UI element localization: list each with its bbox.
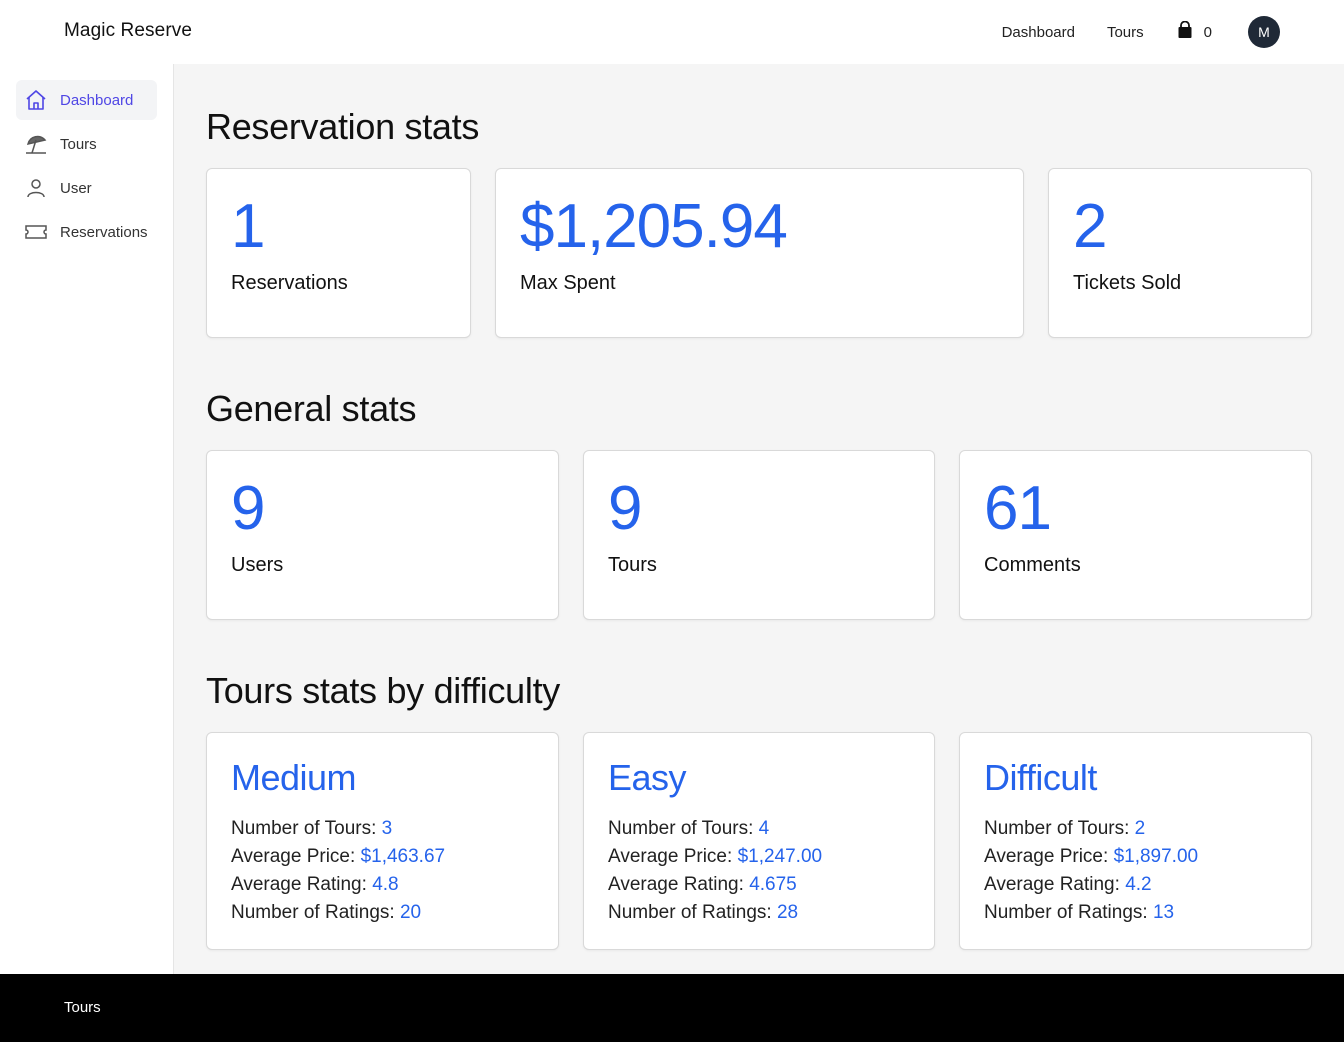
num-ratings-value: 28 xyxy=(776,902,799,923)
stat-label: Users xyxy=(231,554,284,576)
avg-rating-row: Average Rating: 4.8 xyxy=(231,874,399,895)
footer-tours-link[interactable]: Tours xyxy=(64,999,101,1016)
sidebar-item-reservations[interactable]: Reservations xyxy=(16,212,157,252)
stat-label: Comments xyxy=(984,554,1081,576)
nav-dashboard-link[interactable]: Dashboard xyxy=(1002,24,1075,41)
num-ratings-value: 13 xyxy=(1152,902,1175,923)
num-ratings-row: Number of Ratings: 28 xyxy=(608,902,799,923)
difficulty-card-difficult: Difficult Number of Tours: 2 Average Pri… xyxy=(959,732,1312,950)
difficulty-details: Number of Tours: 4 Average Price: $1,247… xyxy=(608,815,822,927)
avatar[interactable]: M xyxy=(1248,16,1280,48)
top-header: Magic Reserve Dashboard Tours 0 M xyxy=(0,0,1344,64)
top-nav: Dashboard Tours 0 M xyxy=(1002,0,1280,64)
brand-logo[interactable]: Magic Reserve xyxy=(64,20,192,42)
sidebar-item-label: Tours xyxy=(60,135,97,153)
num-tours-value: 3 xyxy=(381,818,393,839)
avg-rating-value: 4.675 xyxy=(749,874,797,895)
home-icon xyxy=(24,88,48,112)
num-ratings-row: Number of Ratings: 13 xyxy=(984,902,1175,923)
sidebar-item-dashboard[interactable]: Dashboard xyxy=(16,80,157,120)
stat-card-comments: 61 Comments xyxy=(959,450,1312,620)
difficulty-stats-title: Tours stats by difficulty xyxy=(206,670,560,711)
stat-label: Reservations xyxy=(231,272,348,294)
beach-umbrella-icon xyxy=(24,132,48,156)
stat-card-users: 9 Users xyxy=(206,450,559,620)
avg-price-row: Average Price: $1,897.00 xyxy=(984,846,1199,867)
stat-value: 1 xyxy=(231,192,265,261)
stat-label: Tickets Sold xyxy=(1073,272,1182,294)
difficulty-title: Easy xyxy=(608,757,687,798)
avg-rating-value: 4.2 xyxy=(1125,874,1152,895)
stat-card-tours: 9 Tours xyxy=(583,450,935,620)
avg-rating-value: 4.8 xyxy=(372,874,399,895)
shopping-bag-icon xyxy=(1176,20,1194,44)
num-tours-row: Number of Tours: 2 xyxy=(984,818,1146,839)
avg-price-value: $1,247.00 xyxy=(737,846,823,867)
sidebar-item-user[interactable]: User xyxy=(16,168,157,208)
ticket-icon xyxy=(24,220,48,244)
footer: Tours xyxy=(0,974,1344,1042)
sidebar-item-tours[interactable]: Tours xyxy=(16,124,157,164)
difficulty-details: Number of Tours: 3 Average Price: $1,463… xyxy=(231,815,445,927)
stat-label: Max Spent xyxy=(520,272,616,294)
avg-rating-row: Average Rating: 4.675 xyxy=(608,874,797,895)
num-tours-value: 2 xyxy=(1134,818,1146,839)
nav-tours-link[interactable]: Tours xyxy=(1107,24,1144,41)
stat-label: Tours xyxy=(608,554,657,576)
avg-price-value: $1,897.00 xyxy=(1113,846,1199,867)
user-icon xyxy=(24,176,48,200)
num-tours-row: Number of Tours: 3 xyxy=(231,818,393,839)
cart-button[interactable]: 0 xyxy=(1176,20,1212,44)
stat-card-max-spent: $1,205.94 Max Spent xyxy=(495,168,1024,338)
stat-value: 61 xyxy=(984,474,1052,543)
avg-price-value: $1,463.67 xyxy=(360,846,446,867)
avg-rating-row: Average Rating: 4.2 xyxy=(984,874,1152,895)
general-stats-title: General stats xyxy=(206,388,417,429)
reservation-stats-title: Reservation stats xyxy=(206,106,480,147)
sidebar-item-label: User xyxy=(60,179,92,197)
difficulty-details: Number of Tours: 2 Average Price: $1,897… xyxy=(984,815,1198,927)
stat-card-tickets-sold: 2 Tickets Sold xyxy=(1048,168,1312,338)
avg-price-row: Average Price: $1,463.67 xyxy=(231,846,446,867)
sidebar-item-label: Dashboard xyxy=(60,91,134,109)
num-ratings-row: Number of Ratings: 20 xyxy=(231,902,422,923)
difficulty-title: Difficult xyxy=(984,757,1097,798)
num-tours-value: 4 xyxy=(758,818,770,839)
sidebar-item-label: Reservations xyxy=(60,223,148,241)
stat-value: 2 xyxy=(1073,192,1107,261)
difficulty-card-easy: Easy Number of Tours: 4 Average Price: $… xyxy=(583,732,935,950)
sidebar: Dashboard Tours User Reservations xyxy=(0,64,174,974)
cart-count: 0 xyxy=(1203,23,1212,41)
stat-value: 9 xyxy=(231,474,265,543)
difficulty-title: Medium xyxy=(231,757,357,798)
avg-price-row: Average Price: $1,247.00 xyxy=(608,846,823,867)
num-tours-row: Number of Tours: 4 xyxy=(608,818,770,839)
num-ratings-value: 20 xyxy=(399,902,422,923)
stat-value: 9 xyxy=(608,474,642,543)
stat-value: $1,205.94 xyxy=(520,192,788,261)
stat-card-reservations: 1 Reservations xyxy=(206,168,471,338)
difficulty-card-medium: Medium Number of Tours: 3 Average Price:… xyxy=(206,732,559,950)
